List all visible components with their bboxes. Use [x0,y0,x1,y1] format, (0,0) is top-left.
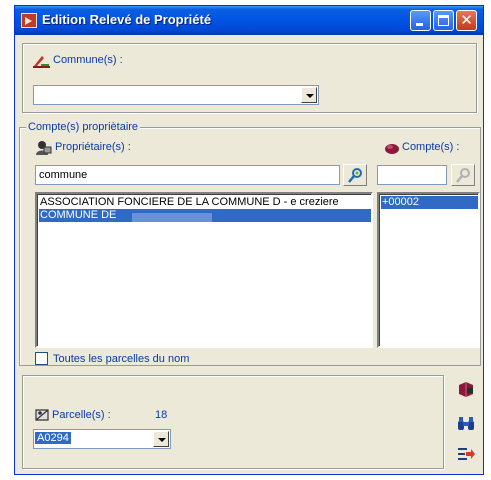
proprietaire-list-item-text: COMMUNE DE [40,209,117,221]
compte-search-button[interactable] [451,164,475,186]
edit-report-button[interactable] [454,377,479,401]
all-parcels-label: Toutes les parcelles du nom [53,353,190,365]
parcelle-select-value: A0294 [35,432,71,444]
exit-icon [458,448,475,460]
commune-panel: Commune(s) : [22,43,477,113]
title-bar[interactable]: Edition Relevé de Propriété ✕ [15,6,483,35]
search-icon [456,168,470,183]
all-parcels-checkbox[interactable] [35,352,48,365]
proprietaires-label: Propriétaire(s) : [55,141,131,153]
chevron-down-icon [158,438,166,442]
proprietaire-group-legend: Compte(s) propriètaire [26,121,141,133]
parcelle-dropdown-button[interactable] [153,431,169,447]
exit-button[interactable] [454,443,479,467]
chevron-down-icon [306,94,314,98]
proprietaire-list[interactable]: ASSOCIATION FONCIERE DE LA COMMUNE D - e… [35,192,373,348]
proprietaire-search-value: commune [39,169,88,181]
commune-dropdown-button[interactable] [301,87,317,103]
parcelle-select[interactable]: A0294 [33,429,171,449]
print-book-icon [459,382,473,397]
commune-icon [33,56,50,68]
proprietaire-list-item[interactable]: ASSOCIATION FONCIERE DE LA COMMUNE D - e… [39,196,371,209]
window-title: Edition Relevé de Propriété [42,12,212,27]
compte-search-input[interactable] [377,165,447,185]
account-icon [385,144,399,154]
close-button[interactable]: ✕ [456,10,477,31]
minimize-icon [416,23,423,26]
parcelle-label: Parcelle(s) : [52,409,111,421]
parcelle-count: 18 [155,409,168,421]
close-icon: ✕ [460,11,473,29]
compte-list[interactable]: +00002 [377,192,480,348]
compte-list-item[interactable]: +00002 [381,196,478,209]
redacted-text [132,213,212,222]
parcelle-panel: Parcelle(s) : 18 A0294 [22,375,444,469]
find-button[interactable] [454,411,479,435]
maximize-icon [438,15,449,26]
parcel-icon [35,409,49,421]
search-user-icon [348,168,362,183]
main-window: Edition Relevé de Propriété ✕ Commune(s)… [14,5,484,475]
maximize-button[interactable] [433,10,454,31]
commune-label: Commune(s) : [53,54,123,66]
binoculars-icon [458,417,474,430]
commune-select[interactable] [33,85,319,105]
proprietaire-search-input[interactable]: commune [35,165,340,185]
comptes-label: Compte(s) : [402,141,460,153]
minimize-button[interactable] [410,10,431,31]
owner-icon [36,141,52,155]
app-icon [21,13,37,28]
proprietaire-search-button[interactable] [343,164,367,186]
